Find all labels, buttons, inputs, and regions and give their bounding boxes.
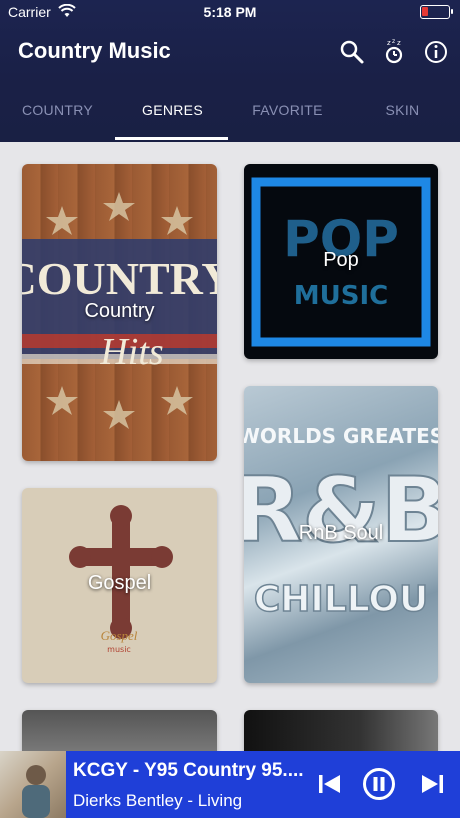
page-title: Country Music — [18, 38, 171, 63]
svg-text:Gospel: Gospel — [101, 628, 138, 643]
tab-favorite[interactable]: FAVORITE — [230, 86, 345, 142]
genre-card-rnb-soul[interactable]: WORLDS GREATES R&B CHILLOU RnB Soul — [244, 386, 438, 683]
tab-bar: COUNTRY GENRES FAVORITE SKIN — [0, 86, 460, 142]
genre-label: Country — [84, 300, 155, 322]
svg-text:R&B: R&B — [244, 458, 438, 563]
tab-country[interactable]: COUNTRY — [0, 86, 115, 142]
search-icon[interactable] — [338, 38, 366, 66]
info-icon[interactable] — [422, 38, 450, 66]
genre-label: RnB Soul — [298, 522, 384, 544]
active-tab-indicator — [115, 137, 228, 140]
battery-icon — [420, 5, 453, 19]
svg-text:COUNTRY: COUNTRY — [22, 253, 217, 304]
svg-text:Hits: Hits — [99, 331, 163, 373]
track-subtitle: Dierks Bentley - Living — [73, 791, 243, 810]
status-bar: Carrier 5:18 PM — [0, 0, 460, 24]
previous-icon[interactable] — [312, 767, 346, 801]
svg-text:z: z — [387, 39, 391, 47]
genre-card-pop[interactable]: POP MUSIC Pop — [244, 164, 438, 359]
tab-skin[interactable]: SKIN — [345, 86, 460, 142]
svg-text:music: music — [107, 645, 131, 654]
genre-card-country[interactable]: COUNTRY Hits Country — [22, 164, 217, 461]
pause-icon[interactable] — [362, 767, 396, 801]
genre-label: Pop — [323, 249, 359, 271]
next-icon[interactable] — [416, 767, 450, 801]
genre-card-gospel[interactable]: Gospel music Gospel — [22, 488, 217, 683]
app-header: Carrier 5:18 PM Country Music zzz COUNTR… — [0, 0, 460, 142]
genre-label: Gospel — [87, 572, 152, 594]
tab-genres[interactable]: GENRES — [115, 86, 230, 142]
station-title: KCGY - Y95 Country 95.... — [73, 760, 304, 781]
svg-text:WORLDS GREATES: WORLDS GREATES — [244, 424, 438, 448]
album-art — [0, 751, 66, 818]
now-playing-bar[interactable]: KCGY - Y95 Country 95.... Dierks Bentley… — [0, 751, 460, 818]
alarm-clock-icon[interactable]: zzz — [380, 38, 408, 66]
svg-text:z: z — [397, 39, 401, 47]
status-time: 5:18 PM — [203, 4, 257, 20]
svg-text:MUSIC: MUSIC — [294, 281, 388, 311]
svg-text:z: z — [392, 38, 395, 45]
svg-text:CHILLOU: CHILLOU — [254, 579, 428, 620]
